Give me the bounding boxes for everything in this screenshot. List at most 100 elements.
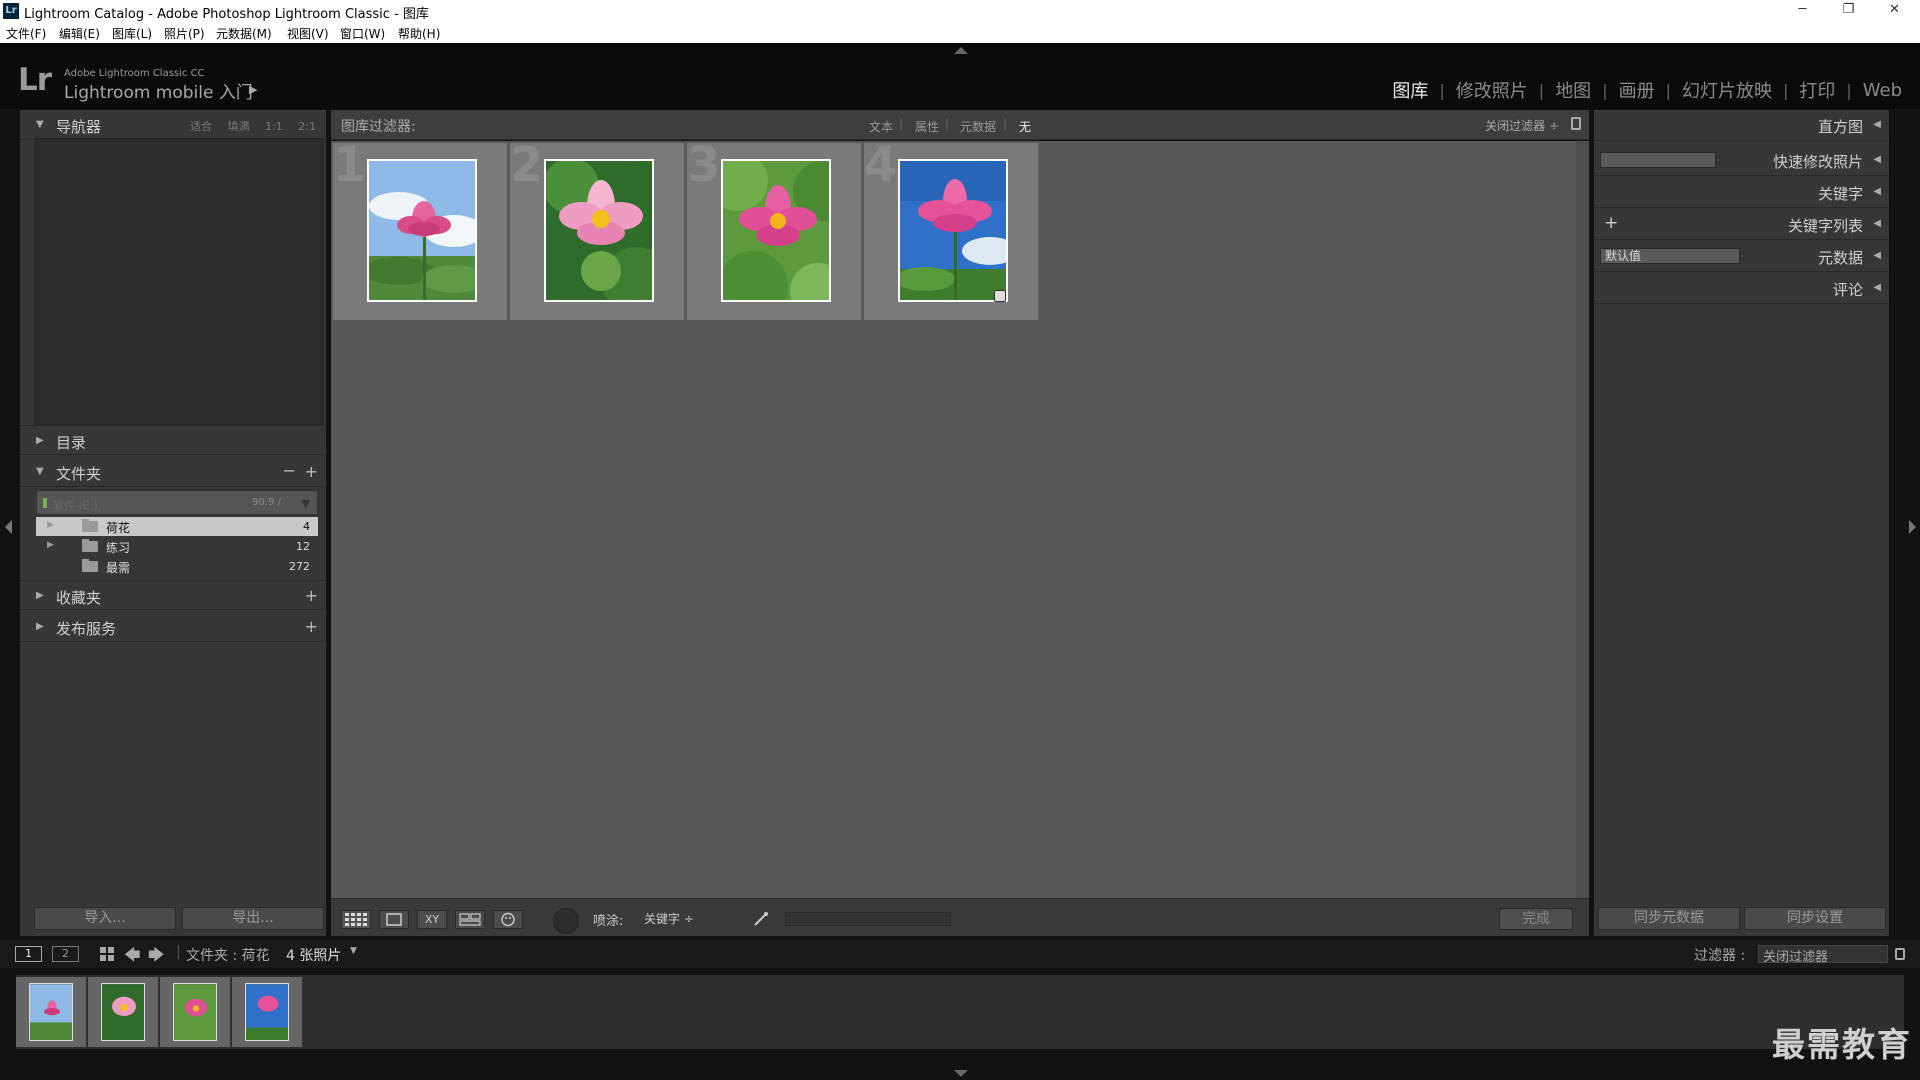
expand-triangle-icon[interactable]: ▶ <box>47 520 54 530</box>
menu-help[interactable]: 帮助(H) <box>398 25 440 42</box>
survey-view-button[interactable] <box>455 910 485 929</box>
photo-thumbnail[interactable] <box>898 159 1008 302</box>
module-slideshow[interactable]: 幻灯片放映 <box>1682 77 1772 103</box>
grid-view: 1 2 3 4 <box>331 137 1576 898</box>
metadata-header[interactable]: 默认值 元数据 ◀ <box>1594 241 1889 272</box>
collapse-triangle-icon: ◀ <box>1873 250 1881 261</box>
menu-photo[interactable]: 照片(P) <box>164 25 205 42</box>
module-print[interactable]: 打印 <box>1799 77 1835 103</box>
spray-can-icon[interactable] <box>553 908 579 934</box>
navigator-header[interactable]: ▼ 导航器 适合 填满 1:1 2:1 <box>20 110 326 140</box>
primary-window-button[interactable]: 1 <box>15 946 42 962</box>
module-map[interactable]: 地图 <box>1555 77 1591 103</box>
grid-cell[interactable]: 2 <box>510 137 685 320</box>
folder-item-practice[interactable]: ▶ 练习 12 <box>36 537 318 556</box>
photo-thumbnail[interactable] <box>721 159 831 302</box>
left-panel-toggle-icon[interactable] <box>5 520 12 534</box>
secondary-window-button[interactable]: 2 <box>52 946 79 962</box>
keyword-entry-field[interactable] <box>785 912 951 926</box>
filter-text[interactable]: 文本 <box>869 118 893 135</box>
keyword-list-header[interactable]: + 关键字列表 ◀ <box>1594 209 1889 240</box>
spray-target-dropdown[interactable]: 关键字 ÷ <box>644 910 694 927</box>
menu-file[interactable]: 文件(F) <box>6 25 46 42</box>
module-book[interactable]: 画册 <box>1619 77 1655 103</box>
grid-view-button[interactable] <box>341 910 371 929</box>
filmstrip-thumbnail[interactable] <box>232 977 302 1047</box>
grid-small-icon[interactable] <box>100 947 114 961</box>
folders-header[interactable]: ▼ 文件夹 − + <box>20 457 326 487</box>
compare-view-button[interactable]: XY <box>417 910 447 929</box>
menu-view[interactable]: 视图(V) <box>287 25 329 42</box>
volume-dropdown-icon[interactable]: ▼ <box>302 497 310 510</box>
remove-folder-button[interactable]: − <box>283 461 296 480</box>
forward-arrow-icon[interactable]: 🡆 <box>148 944 165 971</box>
right-panel-toggle-icon[interactable] <box>1909 520 1916 534</box>
metadata-preset-dropdown[interactable]: 默认值 <box>1600 248 1740 264</box>
menu-library[interactable]: 图库(L) <box>112 25 152 42</box>
menu-window[interactable]: 窗口(W) <box>340 25 385 42</box>
saved-preset-dropdown[interactable] <box>1600 152 1716 168</box>
lightroom-mobile-link[interactable]: Lightroom mobile 入门 <box>64 78 253 103</box>
add-keyword-button[interactable]: + <box>1604 213 1618 233</box>
grid-cell[interactable]: 3 <box>687 137 862 320</box>
grid-cell[interactable]: 4 <box>864 137 1039 320</box>
import-button[interactable]: 导入... <box>34 907 176 930</box>
module-library[interactable]: 图库 <box>1392 77 1428 103</box>
sync-settings-button[interactable]: 同步设置 <box>1744 907 1886 930</box>
navigator-preview[interactable] <box>34 138 324 425</box>
restore-button[interactable]: ❐ <box>1826 0 1871 22</box>
filmstrip-filter-dropdown[interactable]: 关闭过滤器 <box>1758 945 1888 965</box>
histogram-header[interactable]: 直方图 ◀ <box>1594 110 1889 141</box>
edited-badge-icon[interactable] <box>994 290 1006 302</box>
module-develop[interactable]: 修改照片 <box>1456 77 1528 103</box>
add-collection-button[interactable]: + <box>305 586 318 605</box>
catalog-header[interactable]: ▶ 目录 <box>20 425 326 455</box>
filmstrip-thumbnail[interactable] <box>16 977 86 1047</box>
folder-item-zuixu[interactable]: 最需 272 <box>36 557 318 576</box>
add-publish-service-button[interactable]: + <box>305 617 318 636</box>
top-panel-toggle-icon[interactable] <box>954 47 968 54</box>
people-view-button[interactable] <box>493 910 523 929</box>
grid-cell[interactable]: 1 <box>333 137 508 320</box>
filmstrip-thumbnail[interactable] <box>160 977 230 1047</box>
grid-scrollbar[interactable] <box>1576 141 1589 898</box>
lock-icon[interactable] <box>1571 117 1581 130</box>
zoom-1-1[interactable]: 1:1 <box>265 120 283 133</box>
loupe-view-button[interactable] <box>379 910 409 929</box>
menu-edit[interactable]: 编辑(E) <box>59 25 100 42</box>
close-button[interactable]: ✕ <box>1872 0 1917 22</box>
export-button[interactable]: 导出... <box>182 907 324 930</box>
photo-thumbnail[interactable] <box>544 159 654 302</box>
filmstrip-thumbnail[interactable] <box>88 977 158 1047</box>
add-folder-button[interactable]: + <box>305 462 318 481</box>
filter-lock-icon[interactable] <box>1895 948 1905 960</box>
source-dropdown-icon[interactable]: ▼ <box>350 946 357 956</box>
filmstrip-source[interactable]: 文件夹 : 荷花 <box>186 945 270 965</box>
eyedropper-icon[interactable] <box>753 911 769 927</box>
minimize-button[interactable]: ─ <box>1780 0 1825 22</box>
histogram-title: 直方图 <box>1817 118 1863 136</box>
expand-triangle-icon[interactable]: ▶ <box>47 540 54 550</box>
menu-metadata[interactable]: 元数据(M) <box>216 25 272 42</box>
module-web[interactable]: Web <box>1863 80 1902 101</box>
filter-metadata[interactable]: 元数据 <box>960 118 996 135</box>
quick-develop-header[interactable]: 快速修改照片 ◀ <box>1594 145 1889 176</box>
done-button[interactable]: 完成 <box>1499 908 1573 930</box>
volume-bar[interactable]: 软件 (E:) 90.9 / ▼ <box>36 490 318 515</box>
filter-preset-dropdown[interactable]: 关闭过滤器 ÷ <box>1485 117 1559 134</box>
zoom-fit[interactable]: 适合 <box>190 120 212 133</box>
filter-none[interactable]: 无 <box>1019 118 1031 135</box>
comments-header[interactable]: 评论 ◀ <box>1594 273 1889 304</box>
publish-services-header[interactable]: ▶ 发布服务 + <box>20 612 326 642</box>
folder-item-lotus[interactable]: ▶ 荷花 4 <box>36 517 318 536</box>
bottom-panel-toggle-icon[interactable] <box>954 1070 968 1077</box>
play-arrow-icon[interactable]: ▶ <box>249 83 257 96</box>
sync-metadata-button[interactable]: 同步元数据 <box>1598 907 1740 930</box>
keywording-header[interactable]: 关键字 ◀ <box>1594 177 1889 208</box>
back-arrow-icon[interactable]: 🡄 <box>124 944 141 971</box>
filter-attribute[interactable]: 属性 <box>915 118 939 135</box>
collections-header[interactable]: ▶ 收藏夹 + <box>20 580 326 610</box>
zoom-fill[interactable]: 填满 <box>228 120 250 133</box>
photo-thumbnail[interactable] <box>367 159 477 302</box>
zoom-2-1[interactable]: 2:1 <box>298 120 316 133</box>
